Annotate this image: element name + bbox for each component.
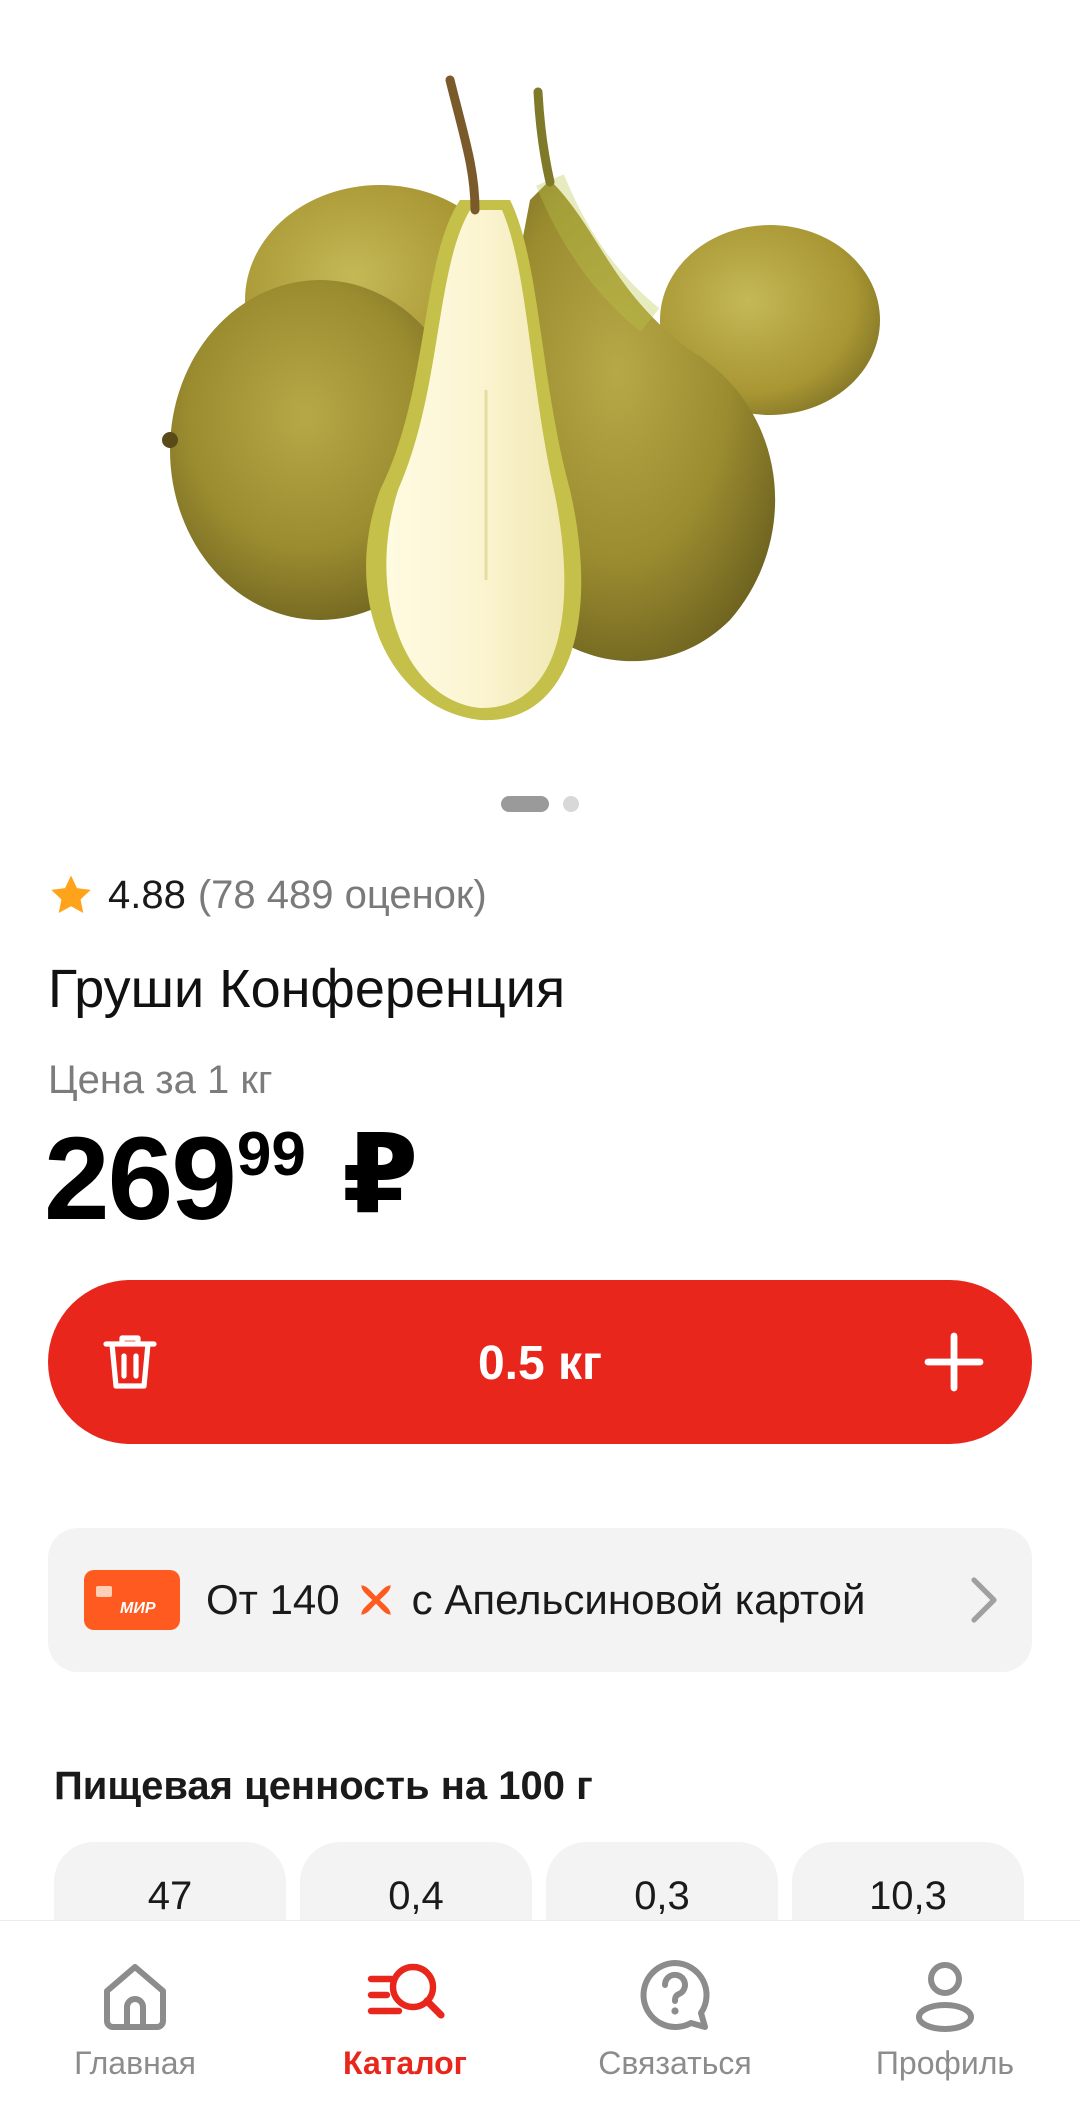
pager-dot-active[interactable]	[501, 796, 549, 812]
pager-dot[interactable]	[563, 796, 579, 812]
tab-profile-label: Профиль	[875, 2045, 1015, 2081]
price-main: 269	[44, 1113, 237, 1245]
price-cents: 99	[236, 1120, 306, 1189]
pears-illustration	[162, 75, 880, 721]
tab-contact[interactable]: Связаться	[540, 1921, 810, 2102]
nutrition-title: Пищевая ценность на 100 г	[54, 1764, 593, 1808]
product-price: 269 99 ₽	[44, 1113, 419, 1245]
cart-quantity: 0.5 кг	[477, 1337, 603, 1390]
price-label: Цена за 1 кг	[48, 1058, 273, 1102]
tab-catalog-label: Каталог	[343, 2045, 467, 2081]
rating-count: (78 489 оценок)	[197, 872, 487, 917]
image-pager	[0, 796, 1080, 816]
product-rating[interactable]: 4.88 (78 489 оценок)	[48, 872, 487, 918]
tab-catalog[interactable]: Каталог	[270, 1921, 540, 2102]
card-promo-banner[interactable]: МИР От 140 с Апельсиновой картой	[48, 1528, 1032, 1672]
chevron-right-icon	[971, 1577, 997, 1623]
rating-value: 4.88	[108, 872, 186, 917]
tab-contact-label: Связаться	[598, 2045, 752, 2081]
tab-profile[interactable]: Профиль	[810, 1921, 1080, 2102]
plus-icon[interactable]	[924, 1332, 984, 1392]
mir-card-icon: МИР	[84, 1570, 180, 1630]
promo-prefix: От 140	[206, 1576, 340, 1623]
price-currency: ₽	[341, 1113, 419, 1236]
star-icon	[51, 875, 91, 914]
home-icon	[104, 1964, 166, 2030]
tab-home-label: Главная	[74, 2045, 196, 2081]
chat-question-icon	[640, 1960, 710, 2030]
catalog-search-icon	[367, 1963, 445, 2019]
promo-suffix: с Апельсиновой картой	[411, 1576, 866, 1623]
product-title: Груши Конференция	[48, 959, 566, 1019]
cart-quantity-bar: 0.5 кг	[48, 1280, 1032, 1444]
product-image[interactable]	[0, 0, 1080, 770]
bonus-icon	[360, 1585, 391, 1615]
profile-icon	[916, 1962, 974, 2032]
tab-home[interactable]: Главная	[0, 1921, 270, 2102]
bottom-nav: Главная Каталог Связаться Профиль	[0, 1920, 1080, 2102]
